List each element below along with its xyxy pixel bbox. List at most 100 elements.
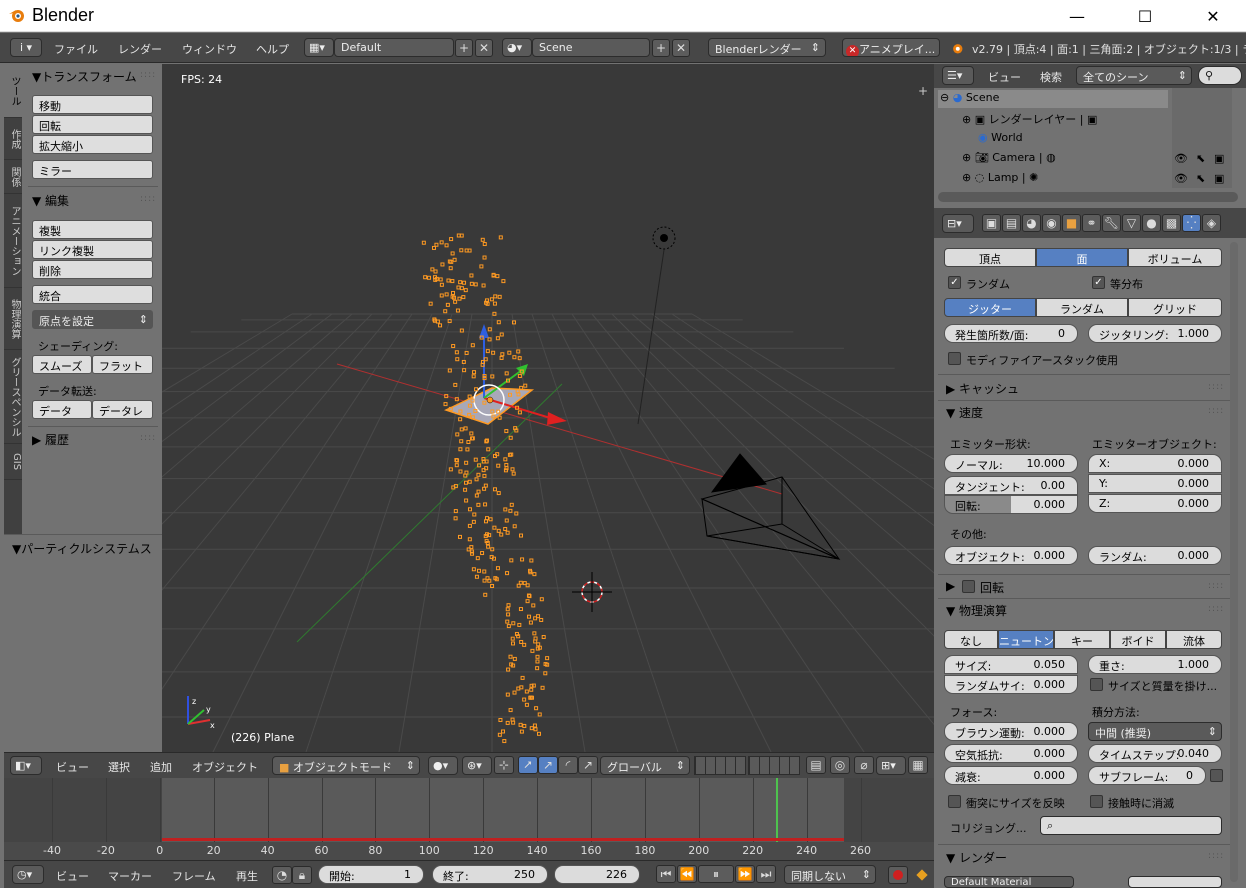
current-frame-field[interactable]: 226: [554, 865, 640, 884]
multiply-size-mass-checkbox[interactable]: [1090, 678, 1103, 691]
outliner-item-scene[interactable]: ⊖ ◕ Scene: [940, 91, 999, 104]
layer-buttons[interactable]: [748, 756, 800, 775]
render-preview-icon[interactable]: ▦: [908, 756, 928, 774]
editor-type-timeline-button[interactable]: ◷▾: [12, 865, 44, 884]
3d-viewport[interactable]: z y x FPS: 24 (226) Plane +: [162, 64, 934, 752]
collision-group-field[interactable]: ⌕: [1040, 816, 1222, 835]
die-on-hit-checkbox[interactable]: [1090, 795, 1103, 808]
duplicate-button[interactable]: 複製: [32, 220, 153, 239]
panel-grip-icon[interactable]: ::::: [1208, 581, 1224, 591]
shade-flat-button[interactable]: フラット: [92, 355, 153, 374]
panel-grip-icon[interactable]: ::::: [1208, 851, 1224, 861]
panel-grip-icon[interactable]: ::::: [140, 70, 156, 80]
snap-element-dropdown[interactable]: ⊞▾: [876, 756, 906, 775]
scene-field[interactable]: Scene: [532, 38, 650, 57]
tab-physics[interactable]: 物理演算: [4, 288, 22, 350]
use-modifier-stack-checkbox[interactable]: [948, 352, 961, 365]
panel-grip-icon[interactable]: ::::: [140, 433, 156, 443]
close-button[interactable]: ✕: [1190, 0, 1236, 32]
outliner-item-world[interactable]: ◉ World: [978, 131, 1023, 144]
damping-field[interactable]: 減衰: 0.000: [944, 766, 1078, 785]
screen-layout-field[interactable]: Default: [334, 38, 454, 57]
panel-grip-icon[interactable]: ::::: [1208, 604, 1224, 614]
random-size-field[interactable]: ランダムサイ: 0.000: [944, 675, 1078, 694]
remove-layout-icon[interactable]: ✕: [475, 39, 493, 57]
menu-file[interactable]: ファイル: [54, 41, 98, 57]
menu-window[interactable]: ウィンドウ: [182, 41, 237, 57]
outliner-menu-view[interactable]: ビュー: [988, 69, 1021, 85]
modifiers-tab-icon[interactable]: 🔧︎: [1102, 214, 1121, 232]
editor-type-properties-button[interactable]: ⊟▾: [942, 214, 974, 233]
visibility-eye-icon[interactable]: 👁︎: [1174, 152, 1188, 165]
join-button[interactable]: 統合: [32, 285, 153, 304]
layer-buttons[interactable]: [694, 756, 746, 775]
tangent-velocity-field[interactable]: タンジェント: 0.00: [944, 476, 1078, 495]
shading-mode-dropdown[interactable]: ●▾: [428, 756, 458, 775]
tab-gis[interactable]: GIS: [4, 444, 22, 480]
physics-type-newtonian[interactable]: ニュートン: [998, 630, 1054, 649]
scale-button[interactable]: 拡大縮小: [32, 135, 153, 154]
add-layout-icon[interactable]: +: [455, 39, 473, 57]
distribution-grid[interactable]: グリッド: [1128, 298, 1222, 317]
even-distribution-checkbox[interactable]: ✓: [1092, 276, 1105, 289]
scene-icon[interactable]: ◕▾: [502, 38, 532, 57]
lock-icon[interactable]: 🔒︎: [292, 866, 312, 884]
tab-animation[interactable]: アニメーション: [4, 194, 22, 288]
anim-player-button[interactable]: ✕ アニメプレイ...: [842, 38, 940, 57]
panel-particle-system-header[interactable]: ▼パーティクルシステムス: [12, 540, 152, 557]
tangent-rotation-field[interactable]: 回転: 0.000: [944, 495, 1078, 514]
distribution-random[interactable]: ランダム: [1036, 298, 1128, 317]
render-engine-dropdown[interactable]: Blenderレンダー ⇕: [708, 38, 826, 57]
pause-icon[interactable]: ⏸: [698, 865, 734, 883]
random-velocity-field[interactable]: ランダム: 0.000: [1088, 546, 1222, 565]
renderable-camera-icon[interactable]: ▣: [1214, 172, 1224, 185]
outliner-scrollbar[interactable]: [938, 192, 1238, 202]
lock-layers-icon[interactable]: ▤: [806, 756, 826, 774]
outliner-item-lamp[interactable]: ⊕ ◌ Lamp | ✺: [962, 171, 1038, 184]
editor-type-info-button[interactable]: i ▾: [10, 38, 42, 57]
pivot-dropdown[interactable]: ⊛▾: [462, 756, 492, 775]
brownian-field[interactable]: ブラウン運動: 0.000: [944, 722, 1078, 741]
scene-tab-icon[interactable]: ◕: [1022, 214, 1041, 232]
outliner-menu-search[interactable]: 検索: [1040, 69, 1062, 85]
region-toggle-icon[interactable]: +: [918, 84, 928, 98]
translate-manipulator-icon[interactable]: ⭧: [518, 756, 538, 774]
properties-scrollbar[interactable]: [1230, 242, 1238, 882]
tab-create[interactable]: 作成: [4, 118, 22, 160]
shade-smooth-button[interactable]: スムーズ: [32, 355, 92, 374]
rotation-panel-header[interactable]: 回転: [980, 579, 1004, 596]
next-keyframe-icon[interactable]: ⏩: [735, 865, 755, 883]
menu-add[interactable]: 追加: [150, 759, 172, 775]
physics-type-boids[interactable]: ボイド: [1110, 630, 1166, 649]
keyframe-icon[interactable]: [916, 869, 928, 881]
outliner-filter-dropdown[interactable]: 全てのシーン ⇕: [1076, 66, 1192, 85]
emit-from-volume[interactable]: ボリューム: [1128, 248, 1222, 267]
record-icon[interactable]: [888, 866, 908, 884]
tab-grease-pencil[interactable]: グリースペンシル: [4, 350, 22, 444]
visibility-eye-icon[interactable]: 👁︎: [1174, 172, 1188, 185]
texture-tab-icon[interactable]: ▩: [1162, 214, 1181, 232]
size-deflect-checkbox[interactable]: [948, 795, 961, 808]
timestep-field[interactable]: タイムステップ: 0.040: [1088, 744, 1222, 763]
tab-tools[interactable]: ツール: [4, 64, 22, 118]
data-transfer-button[interactable]: データ: [32, 400, 92, 419]
screen-layout-icon[interactable]: ▦▾: [304, 38, 334, 57]
drag-field[interactable]: 空気抵抗: 0.000: [944, 744, 1078, 763]
start-frame-field[interactable]: 開始: 1: [318, 865, 424, 884]
tab-relations[interactable]: 関係: [4, 160, 22, 194]
object-velocity-x-field[interactable]: X: 0.000: [1088, 454, 1222, 473]
physics-type-fluid[interactable]: 流体: [1166, 630, 1222, 649]
sync-mode-dropdown[interactable]: 同期しない ⇕: [784, 865, 876, 884]
set-origin-dropdown[interactable]: 原点を設定 ⇕: [32, 310, 153, 329]
outliner-search-field[interactable]: ⚲: [1198, 66, 1242, 85]
subframes-field[interactable]: サブフレーム: 0: [1088, 766, 1206, 785]
particles-per-face-field[interactable]: 発生箇所数/面: 0: [944, 324, 1078, 343]
emit-from-verts[interactable]: 頂点: [944, 248, 1036, 267]
cache-panel-header[interactable]: ▶ キャッシュ: [946, 380, 1019, 397]
move-button[interactable]: 移動: [32, 95, 153, 114]
delete-button[interactable]: 削除: [32, 260, 153, 279]
menu-view[interactable]: ビュー: [56, 759, 89, 775]
world-tab-icon[interactable]: ◉: [1042, 214, 1061, 232]
menu-select[interactable]: 選択: [108, 759, 130, 775]
timeline-menu-playback[interactable]: 再生: [236, 868, 258, 884]
